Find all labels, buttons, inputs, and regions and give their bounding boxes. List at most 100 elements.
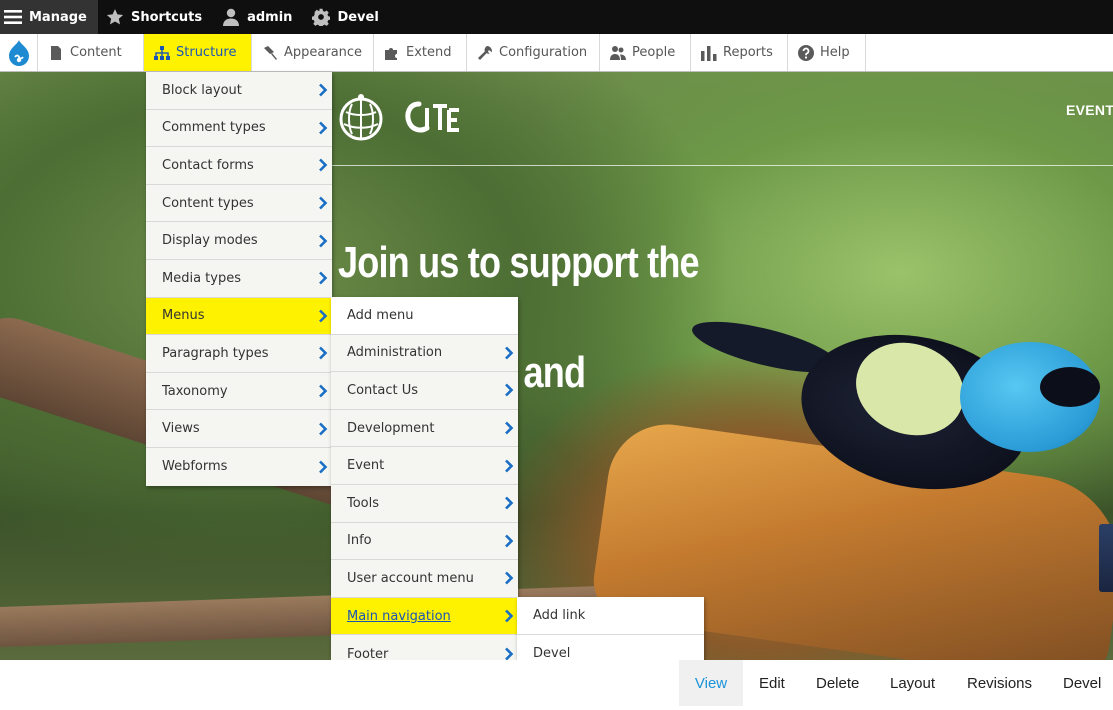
chevron-right-icon[interactable]	[504, 609, 514, 623]
chevron-right-icon[interactable]	[504, 383, 514, 397]
menus-submenu: Add menu Administration Contact Us Devel…	[331, 297, 518, 673]
menu-item-comment-types[interactable]: Comment types	[146, 110, 332, 148]
tray-item-content[interactable]: Content	[38, 34, 144, 71]
tray-item-label: Appearance	[284, 45, 363, 60]
menu-item-info[interactable]: Info	[331, 523, 518, 561]
tab-devel[interactable]: Devel	[1063, 660, 1101, 706]
chevron-right-icon[interactable]	[318, 158, 328, 172]
chevron-right-icon[interactable]	[318, 83, 328, 97]
user-label: admin	[247, 9, 293, 25]
chevron-right-icon[interactable]	[318, 309, 328, 323]
paintbrush-icon	[262, 45, 278, 61]
menu-item-display-modes[interactable]: Display modes	[146, 222, 332, 260]
menu-item-event[interactable]: Event	[331, 447, 518, 485]
sitemap-icon	[154, 45, 170, 61]
tray-item-reports[interactable]: Reports	[691, 34, 788, 71]
menu-item-label: Add link	[533, 607, 586, 623]
admin-toolbar: Manage Shortcuts admin Devel	[0, 0, 1113, 34]
tab-view[interactable]: View	[679, 660, 743, 706]
bar-chart-icon	[701, 45, 717, 61]
hamburger-icon	[4, 8, 22, 26]
tray-item-label: Help	[820, 45, 850, 60]
menu-item-label: Tools	[347, 495, 380, 511]
tab-revisions[interactable]: Revisions	[967, 660, 1032, 706]
menu-item-label: Add menu	[347, 307, 414, 323]
person-thumbnail[interactable]	[1099, 524, 1113, 592]
menu-item-add-menu[interactable]: Add menu	[331, 297, 518, 335]
nav-link-events[interactable]: EVENT	[1066, 102, 1113, 118]
menu-item-paragraph-types[interactable]: Paragraph types	[146, 335, 332, 373]
chevron-right-icon[interactable]	[318, 384, 328, 398]
shortcuts-tab[interactable]: Shortcuts	[98, 0, 214, 34]
chevron-right-icon[interactable]	[504, 346, 514, 360]
tray-item-label: Content	[70, 45, 122, 60]
person-icon	[222, 8, 240, 26]
tray-item-configuration[interactable]: Configuration	[467, 34, 600, 71]
menu-item-user-account-menu[interactable]: User account menu	[331, 560, 518, 598]
tray-item-label: Reports	[723, 45, 773, 60]
menu-item-content-types[interactable]: Content types	[146, 185, 332, 223]
cites-logo-icon[interactable]	[405, 100, 463, 134]
tab-delete[interactable]: Delete	[816, 660, 859, 706]
menu-item-label: Paragraph types	[162, 345, 269, 361]
devel-tab[interactable]: Devel	[304, 0, 390, 34]
menu-item-main-navigation[interactable]: Main navigation	[331, 597, 518, 636]
chevron-right-icon[interactable]	[504, 421, 514, 435]
tray-item-label: Configuration	[499, 45, 588, 60]
tab-layout[interactable]: Layout	[890, 660, 935, 706]
shortcuts-label: Shortcuts	[131, 9, 203, 25]
tab-edit[interactable]: Edit	[759, 660, 785, 706]
tray-item-extend[interactable]: Extend	[374, 34, 467, 71]
chevron-right-icon[interactable]	[318, 346, 328, 360]
menu-item-label: Main navigation	[347, 608, 451, 624]
menu-item-label: Content types	[162, 195, 254, 211]
structure-dropdown: Block layout Comment types Contact forms…	[146, 72, 332, 486]
menu-item-label: Comment types	[162, 120, 266, 136]
menu-item-webforms[interactable]: Webforms	[146, 448, 332, 486]
manage-tab[interactable]: Manage	[0, 0, 98, 34]
chevron-right-icon[interactable]	[318, 271, 328, 285]
menu-item-tools[interactable]: Tools	[331, 485, 518, 523]
menu-item-development[interactable]: Development	[331, 410, 518, 448]
people-icon	[610, 45, 626, 61]
puzzle-icon	[384, 45, 400, 61]
chevron-right-icon[interactable]	[504, 571, 514, 585]
bird-shape	[1040, 367, 1100, 407]
menu-item-label: Display modes	[162, 233, 258, 249]
chevron-right-icon[interactable]	[318, 460, 328, 474]
menu-item-label: Devel	[533, 645, 571, 661]
chevron-right-icon[interactable]	[318, 234, 328, 248]
menu-item-block-layout[interactable]: Block layout	[146, 72, 332, 110]
chevron-right-icon[interactable]	[318, 121, 328, 135]
tray-item-structure[interactable]: Structure	[144, 34, 252, 71]
question-icon	[798, 44, 814, 61]
wrench-icon	[477, 45, 493, 61]
globe-logo-icon[interactable]	[336, 92, 386, 144]
chevron-right-icon[interactable]	[504, 534, 514, 548]
chevron-right-icon[interactable]	[318, 196, 328, 210]
tray-item-appearance[interactable]: Appearance	[252, 34, 374, 71]
chevron-right-icon[interactable]	[504, 459, 514, 473]
menu-item-menus[interactable]: Menus	[146, 297, 332, 336]
menu-item-media-types[interactable]: Media types	[146, 260, 332, 298]
menu-item-label: Contact forms	[162, 157, 254, 173]
user-tab[interactable]: admin	[214, 0, 304, 34]
tray-item-help[interactable]: Help	[788, 34, 866, 71]
menu-item-contact-us[interactable]: Contact Us	[331, 372, 518, 410]
menu-item-label: Webforms	[162, 459, 228, 475]
menu-item-add-link[interactable]: Add link	[517, 597, 704, 635]
menu-item-contact-forms[interactable]: Contact forms	[146, 147, 332, 185]
drupal-logo-icon[interactable]	[0, 34, 38, 71]
star-icon	[106, 8, 124, 26]
menu-item-views[interactable]: Views	[146, 410, 332, 448]
chevron-right-icon[interactable]	[318, 422, 328, 436]
tray-item-people[interactable]: People	[600, 34, 691, 71]
menu-item-taxonomy[interactable]: Taxonomy	[146, 373, 332, 411]
menu-item-administration[interactable]: Administration	[331, 335, 518, 373]
tray-item-label: Structure	[176, 45, 237, 60]
menu-item-label: Contact Us	[347, 382, 418, 398]
menu-item-label: Menus	[162, 308, 205, 324]
admin-tray: Content Structure Appearance Extend Conf…	[0, 34, 1113, 72]
tray-item-label: Extend	[406, 45, 452, 60]
chevron-right-icon[interactable]	[504, 496, 514, 510]
